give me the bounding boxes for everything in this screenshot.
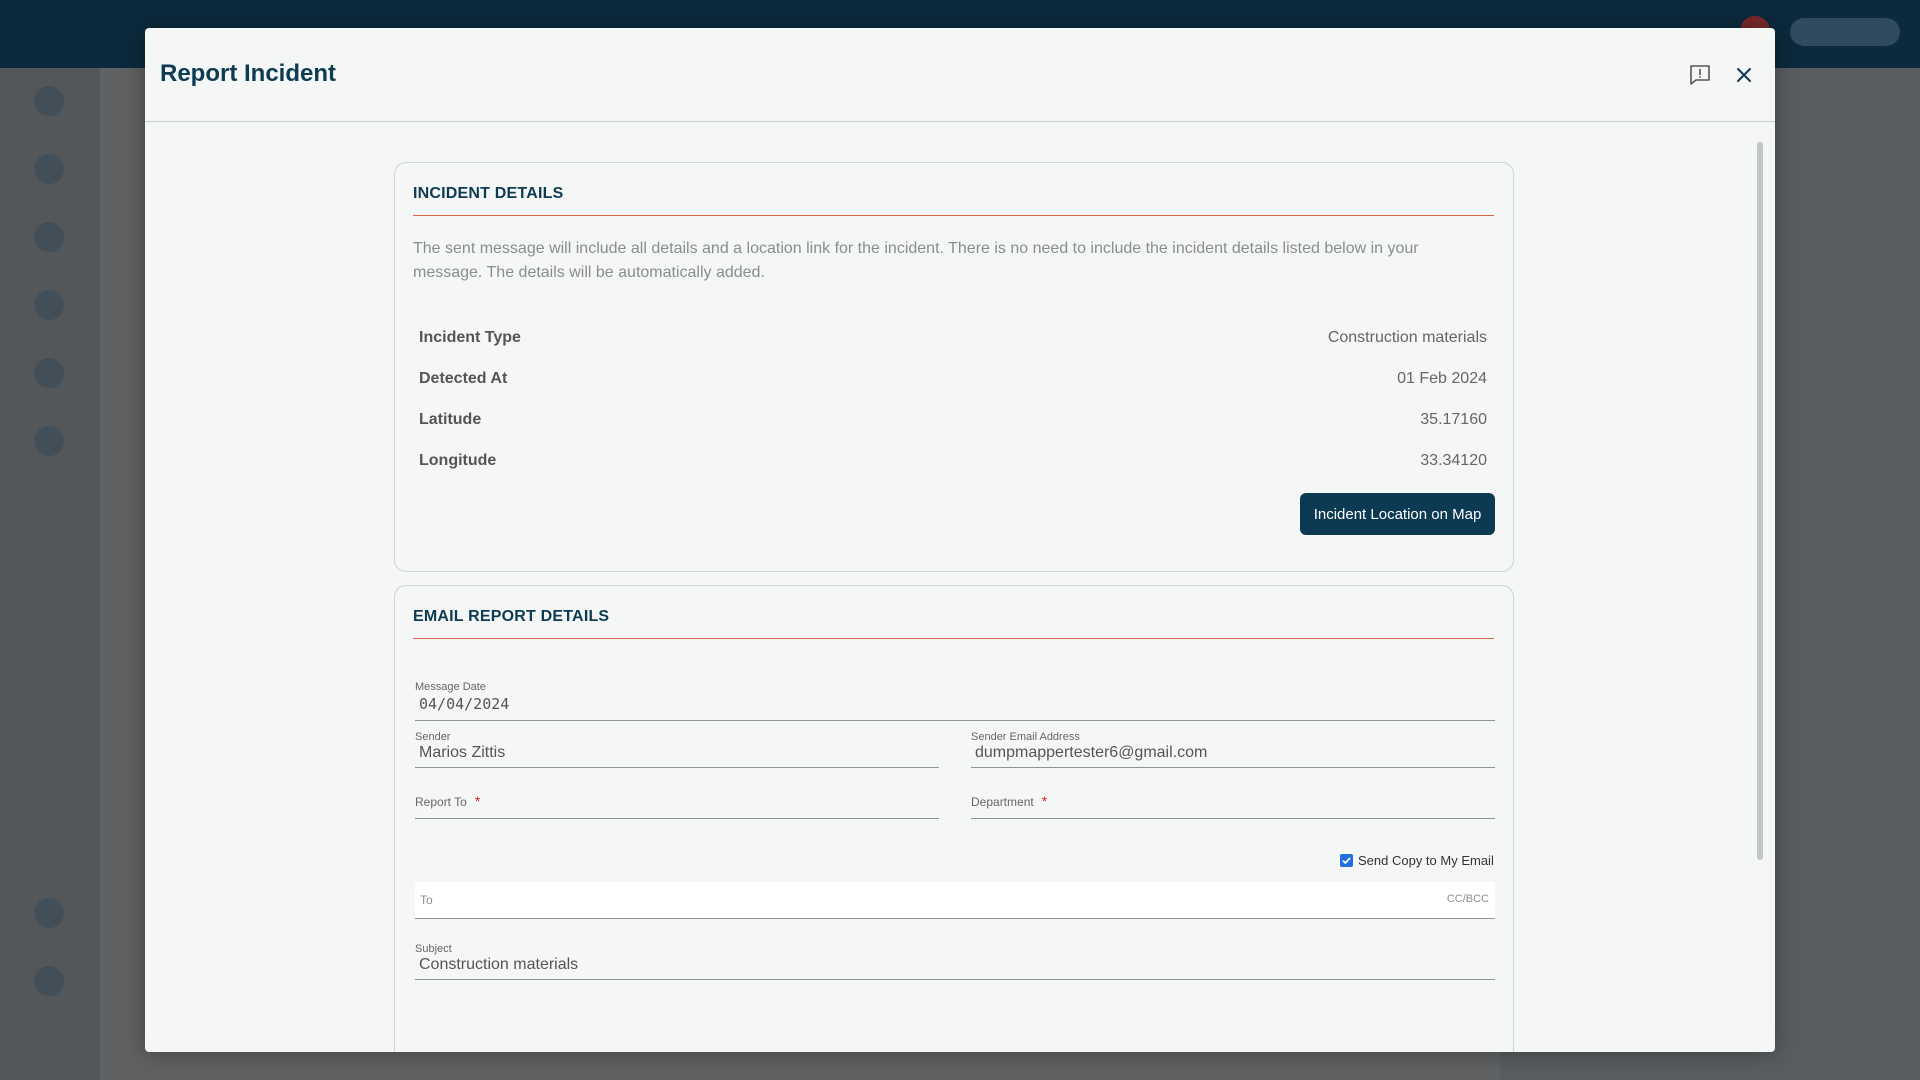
incident-location-map-button[interactable]: Incident Location on Map: [1300, 493, 1495, 535]
detail-key: Detected At: [419, 370, 508, 387]
required-marker: *: [474, 793, 481, 809]
close-icon[interactable]: [1731, 62, 1757, 88]
detail-row-latitude: Latitude 35.17160: [419, 411, 1487, 435]
background-nav-icon: [34, 86, 64, 116]
report-incident-modal: Report Incident INCIDENT DETAILS The sen…: [145, 28, 1775, 1052]
department-field[interactable]: Department *: [969, 793, 1495, 827]
incident-details-section: INCIDENT DETAILS The sent message will i…: [394, 162, 1514, 572]
background-nav-icon: [34, 358, 64, 388]
background-nav-icon: [34, 154, 64, 184]
background-nav-icon: [34, 426, 64, 456]
send-copy-label: Send Copy to My Email: [1358, 853, 1494, 868]
background-nav-icon: [34, 222, 64, 252]
report-to-label: Report To: [415, 795, 467, 809]
detail-value: 33.34120: [1420, 452, 1487, 469]
field-label: Report To *: [415, 793, 480, 809]
field-label: Subject: [415, 943, 452, 955]
detail-key: Longitude: [419, 452, 497, 469]
to-recipients-input[interactable]: To CC/BCC: [415, 882, 1495, 919]
to-label: To: [420, 893, 433, 907]
field-value[interactable]: Construction materials: [419, 956, 578, 974]
email-report-section: EMAIL REPORT DETAILS Message Date 04/04/…: [394, 585, 1514, 1052]
send-copy-toggle[interactable]: Send Copy to My Email: [1340, 853, 1494, 868]
incident-details-heading: INCIDENT DETAILS: [413, 185, 564, 202]
incident-details-description: The sent message will include all detail…: [413, 240, 1419, 281]
detail-key: Incident Type: [419, 329, 521, 346]
background-nav-icon: [34, 898, 64, 928]
section-divider: [413, 215, 1494, 216]
field-label: Sender Email Address: [971, 731, 1080, 743]
modal-body[interactable]: INCIDENT DETAILS The sent message will i…: [145, 122, 1775, 1052]
field-underline: [971, 818, 1495, 819]
field-underline: [415, 720, 1495, 721]
field-label: Department *: [971, 793, 1047, 809]
section-divider: [413, 638, 1494, 639]
detail-value: 35.17160: [1420, 411, 1487, 428]
detail-row-longitude: Longitude 33.34120: [419, 452, 1487, 476]
field-value[interactable]: 04/04/2024: [419, 695, 509, 713]
sender-field[interactable]: Sender Marios Zittis: [413, 731, 939, 771]
detail-value: 01 Feb 2024: [1397, 370, 1487, 387]
detail-row-detected-at: Detected At 01 Feb 2024: [419, 370, 1487, 394]
field-underline: [415, 818, 939, 819]
field-label: Sender: [415, 731, 451, 743]
department-label: Department: [971, 795, 1034, 809]
sender-email-field[interactable]: Sender Email Address dumpmappertester6@g…: [969, 731, 1495, 771]
background-sidebar: [0, 68, 100, 1080]
field-value[interactable]: Marios Zittis: [419, 744, 505, 762]
modal-scrollbar[interactable]: [1757, 142, 1763, 860]
detail-key: Latitude: [419, 411, 482, 428]
background-user-pill: [1790, 18, 1900, 46]
message-date-field[interactable]: Message Date 04/04/2024: [413, 681, 1495, 721]
email-report-heading: EMAIL REPORT DETAILS: [413, 608, 610, 625]
background-nav-icon: [34, 290, 64, 320]
background-nav-icon: [34, 966, 64, 996]
field-underline: [415, 767, 939, 768]
report-to-field[interactable]: Report To *: [413, 793, 939, 827]
cc-bcc-toggle[interactable]: CC/BCC: [1447, 893, 1489, 905]
send-copy-checkbox[interactable]: [1340, 854, 1353, 867]
detail-value: Construction materials: [1327, 329, 1487, 346]
modal-title: Report Incident: [160, 60, 337, 87]
field-value[interactable]: dumpmappertester6@gmail.com: [975, 744, 1207, 762]
field-label: Message Date: [415, 681, 486, 693]
feedback-icon[interactable]: [1687, 62, 1713, 88]
detail-row-incident-type: Incident Type Construction materials: [419, 329, 1487, 353]
field-underline: [971, 767, 1495, 768]
modal-header: Report Incident: [145, 28, 1775, 122]
required-marker: *: [1041, 793, 1048, 809]
field-underline: [415, 979, 1495, 980]
subject-field[interactable]: Subject Construction materials: [413, 943, 1495, 983]
